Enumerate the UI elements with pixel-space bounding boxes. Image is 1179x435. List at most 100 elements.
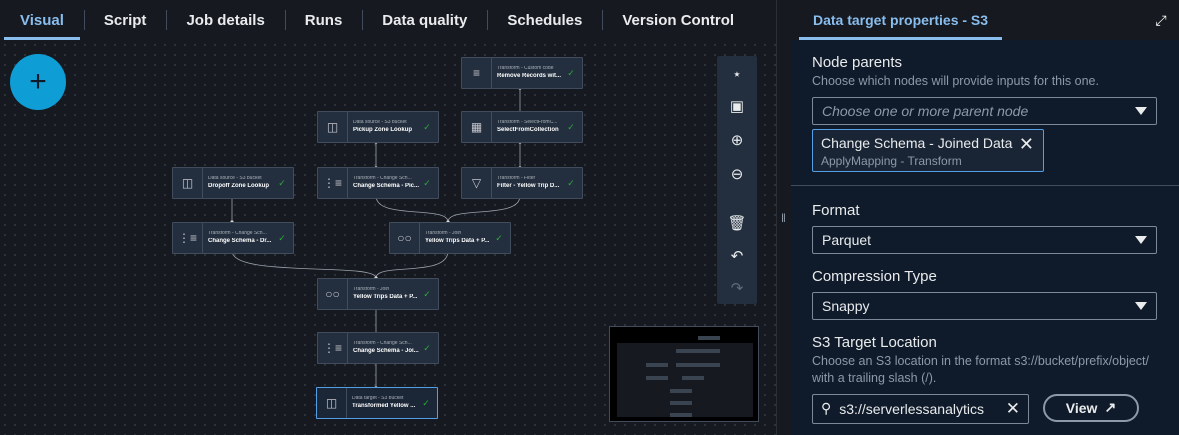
s3-bucket-icon: ◫	[318, 112, 348, 142]
check-circle-icon: ✓	[278, 177, 286, 188]
node-name: SelectFromCollection	[497, 127, 559, 134]
minimap-node	[682, 376, 704, 380]
undo-icon[interactable]: ↶	[725, 244, 749, 268]
remove-token-icon[interactable]: ✕	[1019, 134, 1034, 155]
minimap-viewport	[617, 343, 753, 417]
graph-node-selected[interactable]: ◫ Data target - S3 bucket Transformed Yel…	[316, 387, 438, 419]
compression-label: Compression Type	[812, 267, 937, 285]
panel-body: Node parents Choose which nodes will pro…	[791, 54, 1179, 424]
check-circle-icon: ✓	[423, 288, 431, 299]
node-parents-description: Choose which nodes will provide inputs f…	[812, 74, 1099, 88]
tab-runs[interactable]: Runs	[284, 0, 363, 40]
minimap-node	[676, 363, 698, 367]
node-name: Filter - Yellow Trip D...	[497, 183, 560, 190]
parent-token: Change Schema - Joined Data ApplyMapping…	[812, 128, 1044, 172]
check-circle-icon: ✓	[567, 177, 575, 188]
layout-icon[interactable]: ⋆	[725, 62, 749, 86]
tab-data-quality[interactable]: Data quality	[362, 0, 487, 40]
properties-panel: Data target properties - S3 ⤢ Node paren…	[791, 0, 1179, 435]
check-circle-icon: ✓	[423, 121, 431, 132]
node-name: Dropoff Zone Lookup	[208, 183, 269, 190]
editor-tabs: Visual Script Job details Runs Data qual…	[0, 0, 776, 40]
node-name: Yellow Trips Data + P...	[353, 294, 418, 301]
minimap-node	[698, 349, 720, 353]
format-select[interactable]: Parquet	[812, 225, 1157, 254]
node-type: Data source - S3 bucket	[353, 120, 407, 126]
minimap-node	[698, 336, 720, 340]
graph-node[interactable]: ◫ Data source - S3 bucket Dropoff Zone Lo…	[172, 167, 294, 199]
section-divider	[791, 184, 1179, 186]
join-icon: ○○	[318, 279, 348, 309]
zoom-in-icon[interactable]: ⊕	[725, 128, 749, 152]
graph-node[interactable]: ○○ Transform - Join Yellow Trips Data + P…	[389, 222, 511, 254]
minimap-node	[670, 401, 692, 405]
minimap-node	[670, 413, 692, 417]
graph-node[interactable]: ▦ Transform - SelectFromC... SelectFromCo…	[461, 111, 583, 143]
node-type: Transform - Change Sch...	[208, 231, 267, 237]
node-type: Transform - SelectFromC...	[497, 120, 558, 126]
token-name: Change Schema - Joined Data	[821, 134, 1013, 151]
s3-bucket-icon: ◫	[173, 168, 203, 198]
delete-icon[interactable]: 🗑	[725, 211, 749, 235]
external-link-icon: ↗	[1104, 399, 1117, 416]
node-type: Transform - Change Sch...	[353, 176, 412, 182]
check-circle-icon: ✓	[567, 67, 575, 78]
minimap-node	[698, 363, 720, 367]
clear-icon[interactable]: ✕	[1006, 399, 1020, 419]
drag-handle-icon: ‖	[781, 210, 786, 225]
redo-icon: ↷	[730, 280, 744, 297]
s3-target-label: S3 Target Location	[812, 333, 937, 351]
view-button[interactable]: View ↗	[1043, 393, 1139, 422]
select-collection-icon: ▦	[462, 112, 492, 142]
node-name: Change Schema - Joi...	[353, 348, 419, 355]
s3-target-description: Choose an S3 location in the format s3:/…	[812, 353, 1149, 385]
minimap[interactable]	[609, 326, 759, 422]
tab-visual[interactable]: Visual	[0, 0, 84, 40]
s3-location-value[interactable]: s3://serverlessanalytics	[839, 401, 997, 417]
node-name: Change Schema - Dr...	[208, 238, 272, 245]
graph-node[interactable]: ◫ Data source - S3 bucket Pickup Zone Loo…	[317, 111, 439, 143]
panel-header: Data target properties - S3 ⤢	[791, 0, 1179, 40]
minimap-node	[646, 363, 668, 367]
search-icon: ⚲	[821, 400, 832, 417]
check-circle-icon: ✓	[422, 397, 430, 408]
canvas-toolbar: ⋆ ▣ ⊕ ⊖ 🗑 ↶ ↷	[717, 56, 757, 304]
change-schema-icon: ⋮≡	[318, 168, 348, 198]
tab-script[interactable]: Script	[83, 0, 167, 40]
node-name: Change Schema - Pic...	[353, 183, 420, 190]
tab-schedules[interactable]: Schedules	[487, 0, 602, 40]
node-type: Data source - S3 bucket	[208, 176, 262, 182]
compression-select[interactable]: Snappy	[812, 291, 1157, 320]
node-parents-select[interactable]: Choose one or more parent node	[812, 96, 1157, 125]
custom-code-icon: ≡	[462, 58, 492, 88]
node-name: Transformed Yellow ...	[352, 403, 416, 410]
panel-resize-handle[interactable]: ‖	[776, 0, 790, 435]
graph-node[interactable]: ○○ Transform - Join Yellow Trips Data + P…	[317, 278, 439, 310]
graph-node[interactable]: ≡ Transform - Custom code Remove Records …	[461, 57, 583, 89]
check-circle-icon: ✓	[278, 232, 286, 243]
node-name: Yellow Trips Data + P...	[425, 238, 490, 245]
graph-node[interactable]: ⋮≡ Transform - Change Sch... Change Schem…	[317, 332, 439, 364]
node-type: Transform - Join	[353, 287, 390, 293]
fit-view-icon[interactable]: ▣	[725, 94, 749, 118]
filter-icon: ▽	[462, 168, 492, 198]
view-button-label: View	[1065, 399, 1098, 416]
graph-node[interactable]: ▽ Transform - Filter Filter - Yellow Trip…	[461, 167, 583, 199]
visual-canvas[interactable]: + ≡ Transform - Custom code Remove Recor…	[0, 40, 776, 435]
node-type: Data target - S3 bucket	[352, 396, 404, 402]
s3-location-input[interactable]: ⚲ s3://serverlessanalytics ✕	[812, 393, 1029, 424]
panel-title-tab[interactable]: Data target properties - S3	[795, 0, 1006, 40]
node-type: Transform - Filter	[497, 176, 536, 182]
expand-icon[interactable]: ⤢	[1153, 12, 1169, 28]
graph-node[interactable]: ⋮≡ Transform - Change Sch... Change Schem…	[172, 222, 294, 254]
zoom-out-icon[interactable]: ⊖	[725, 162, 749, 186]
check-circle-icon: ✓	[567, 121, 575, 132]
join-icon: ○○	[390, 223, 420, 253]
graph-node[interactable]: ⋮≡ Transform - Change Sch... Change Schem…	[317, 167, 439, 199]
tab-job-details[interactable]: Job details	[166, 0, 284, 40]
node-parents-label: Node parents	[812, 54, 903, 71]
s3-bucket-icon: ◫	[317, 388, 347, 418]
caret-down-icon	[1135, 235, 1147, 244]
node-type: Transform - Join	[425, 231, 462, 237]
tab-version-control[interactable]: Version Control	[602, 0, 754, 40]
